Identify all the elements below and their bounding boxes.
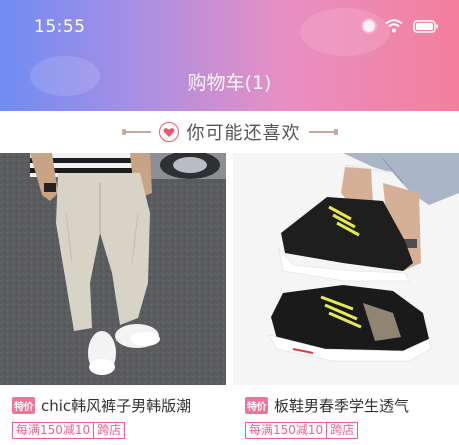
page-title: 购物车(1): [187, 72, 272, 94]
product-name[interactable]: chic韩风裤子男韩版潮: [41, 395, 191, 416]
promo-badge: 每满150减10 跨店: [245, 422, 359, 439]
recommend-divider: 你可能还喜欢: [0, 111, 459, 153]
product-image[interactable]: [233, 153, 459, 385]
promo-badge: 每满150减10 跨店: [12, 422, 126, 439]
product-title[interactable]: 特价 chic韩风裤子男韩版潮: [12, 395, 191, 416]
heart-icon: [158, 122, 179, 142]
status-icons: [363, 19, 439, 33]
promo-text: 每满150减10: [245, 422, 328, 439]
promo-text: 每满150减10: [12, 422, 95, 439]
cross-shop-tag: 跨店: [94, 422, 126, 439]
cross-shop-tag: 跨店: [327, 422, 359, 439]
status-time: 15:55: [34, 17, 86, 37]
divider-line-right: [308, 129, 338, 135]
product-name[interactable]: 板鞋男春季学生透气: [274, 395, 409, 416]
header-bar: 15:55 购物车(1): [0, 0, 459, 111]
product-card[interactable]: 特价 板鞋男春季学生透气 每满150减10 跨店: [233, 153, 459, 445]
product-card[interactable]: 特价 chic韩风裤子男韩版潮 每满150减10 跨店: [0, 153, 226, 445]
product-image[interactable]: [0, 153, 226, 385]
cart-screen: 15:55 购物车(1) 你可能还喜欢 特价 chic韩风裤子男韩版潮 每满15…: [0, 0, 459, 445]
hot-tag: 特价: [245, 397, 268, 414]
wifi-icon: [385, 19, 403, 33]
recommend-title: 你可能还喜欢: [186, 123, 301, 144]
signal-icon: [363, 20, 375, 32]
product-title[interactable]: 特价 板鞋男春季学生透气: [245, 395, 409, 416]
divider-line-left: [121, 129, 151, 135]
battery-icon: [413, 19, 439, 33]
hot-tag: 特价: [12, 397, 35, 414]
